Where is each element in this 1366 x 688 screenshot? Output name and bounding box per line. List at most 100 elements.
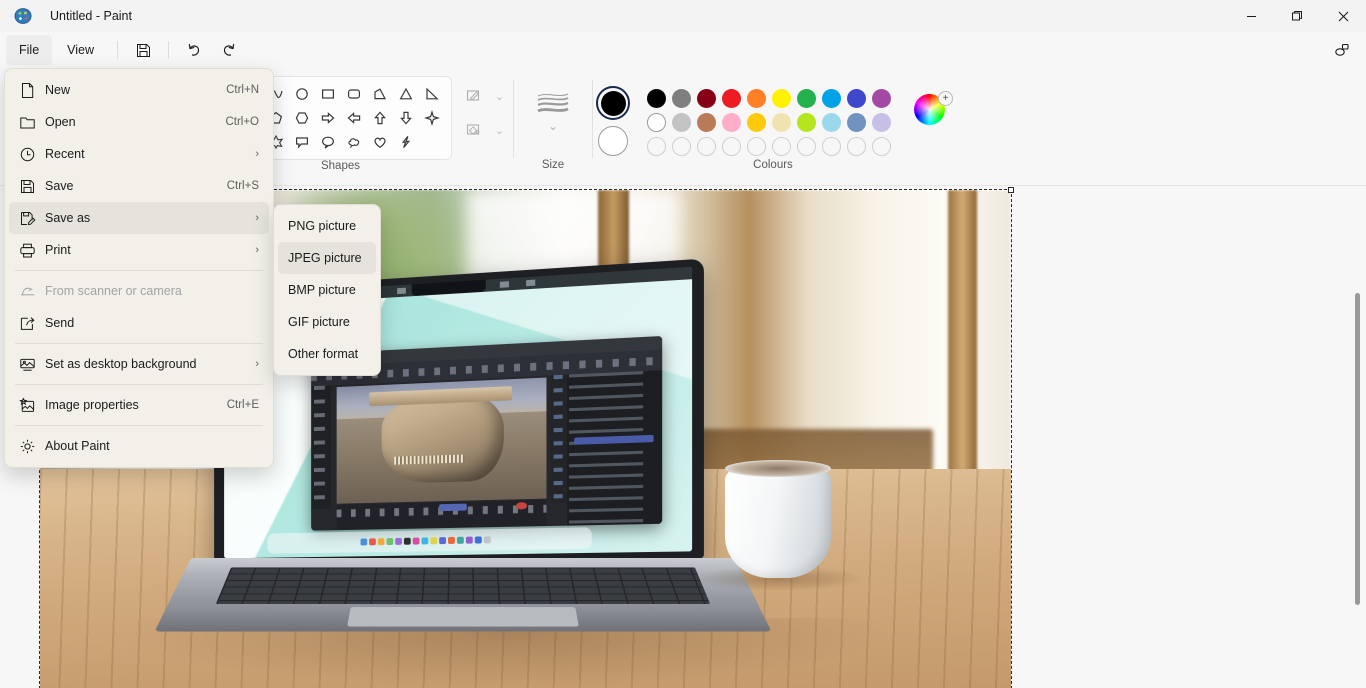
menu-view[interactable]: View [54,35,107,65]
close-button[interactable] [1320,0,1366,32]
colour-swatch-r2-c9[interactable] [847,112,866,132]
colour-swatch-r2-c10[interactable] [872,112,891,132]
hexagon-shape[interactable] [289,106,315,130]
colour-swatch-cell[interactable] [844,110,869,134]
triangle-shape[interactable] [393,82,419,106]
file-menu-item-image-properties[interactable]: Image properties Ctrl+E [9,389,269,421]
edit-colours-badge[interactable]: + [938,91,953,106]
right-triangle-shape[interactable] [367,82,393,106]
colour-swatch-cell[interactable] [844,134,869,158]
file-menu-item-open[interactable]: Open Ctrl+O [9,106,269,138]
oval-callout-shape[interactable] [315,130,341,154]
file-menu-item-about-paint[interactable]: About Paint [9,430,269,462]
colour-swatch-r3-c1[interactable] [647,136,666,156]
outline-control[interactable]: ⌄ [459,82,508,110]
colour-swatch-r3-c7[interactable] [797,136,816,156]
fill-chevron-down-icon[interactable]: ⌄ [492,117,508,143]
colour-swatch-cell[interactable] [744,86,769,110]
right-arrow-shape[interactable] [315,106,341,130]
diagonal-triangle-shape[interactable] [419,82,445,106]
size-lines-icon[interactable] [536,90,570,114]
primary-colour-swatch[interactable] [596,86,630,120]
selection-handle-top-right[interactable] [1008,187,1014,193]
colour-swatch-r1-c9[interactable] [847,88,866,108]
colour-swatch-r2-c1[interactable] [647,112,666,132]
up-arrow-shape[interactable] [367,106,393,130]
colour-swatch-r2-c2[interactable] [672,112,691,132]
colour-swatch-r1-c4[interactable] [722,88,741,108]
colour-swatch-r1-c5[interactable] [747,88,766,108]
lightning-shape[interactable] [393,130,419,154]
colour-swatch-cell[interactable] [694,110,719,134]
file-menu-item-set-as-desktop-background[interactable]: Set as desktop background › [9,348,269,380]
oval-shape[interactable] [289,82,315,106]
rounded-rectangle-shape[interactable] [341,82,367,106]
save-as-option-bmp-picture[interactable]: BMP picture [278,274,376,306]
colour-swatch-cell[interactable] [869,86,894,110]
colour-swatch-r2-c3[interactable] [697,112,716,132]
colour-swatch-r1-c3[interactable] [697,88,716,108]
size-chevron-down-icon[interactable]: ⌄ [548,120,558,132]
colour-swatch-r1-c8[interactable] [822,88,841,108]
colour-swatch-cell[interactable] [794,86,819,110]
colour-swatch-r3-c4[interactable] [722,136,741,156]
colour-swatch-r2-c6[interactable] [772,112,791,132]
colour-swatch-cell[interactable] [644,110,669,134]
colour-swatch-cell[interactable] [769,86,794,110]
colour-swatch-cell[interactable] [719,86,744,110]
maximize-button[interactable] [1274,0,1320,32]
colour-swatch-cell[interactable] [869,110,894,134]
colour-swatch-cell[interactable] [819,134,844,158]
file-menu-item-save-as[interactable]: Save as › [9,202,269,234]
menu-file[interactable]: File [6,35,53,65]
colour-swatch-cell[interactable] [644,86,669,110]
vertical-scrollbar-thumb[interactable] [1355,293,1360,605]
colour-swatch-cell[interactable] [669,86,694,110]
colour-swatch-r1-c7[interactable] [797,88,816,108]
colour-swatch-r3-c3[interactable] [697,136,716,156]
colour-swatch-cell[interactable] [844,86,869,110]
colour-swatch-cell[interactable] [719,110,744,134]
colour-swatch-cell[interactable] [794,110,819,134]
rectangle-shape[interactable] [315,82,341,106]
colour-swatch-r2-c8[interactable] [822,112,841,132]
save-icon[interactable] [126,35,160,65]
colour-swatch-cell[interactable] [694,134,719,158]
colour-swatch-cell[interactable] [819,110,844,134]
save-as-option-gif-picture[interactable]: GIF picture [278,306,376,338]
colour-swatch-r3-c8[interactable] [822,136,841,156]
save-as-option-jpeg-picture[interactable]: JPEG picture [278,242,376,274]
secondary-colour-swatch[interactable] [598,126,628,156]
file-menu-item-send[interactable]: Send [9,307,269,339]
down-arrow-shape[interactable] [393,106,419,130]
fill-control[interactable]: ⌄ [459,116,508,144]
colour-swatch-cell[interactable] [719,134,744,158]
colour-swatch-cell[interactable] [744,134,769,158]
colour-swatch-r1-c2[interactable] [672,88,691,108]
colour-swatch-r2-c7[interactable] [797,112,816,132]
colour-swatch-cell[interactable] [769,134,794,158]
four-point-star-shape[interactable] [419,106,445,130]
colour-swatch-r1-c10[interactable] [872,88,891,108]
fill-icon[interactable] [459,116,489,144]
outline-chevron-down-icon[interactable]: ⌄ [492,83,508,109]
cloud-callout-shape[interactable] [341,130,367,154]
left-arrow-shape[interactable] [341,106,367,130]
colour-swatch-cell[interactable] [794,134,819,158]
colour-swatch-cell[interactable] [669,110,694,134]
colour-swatch-r2-c4[interactable] [722,112,741,132]
colour-wheel-icon[interactable]: + [914,91,953,130]
colour-swatch-r3-c6[interactable] [772,136,791,156]
copilot-icon[interactable] [1326,36,1358,64]
minimize-button[interactable] [1228,0,1274,32]
save-as-option-png-picture[interactable]: PNG picture [278,210,376,242]
colour-swatch-r3-c10[interactable] [872,136,891,156]
file-menu-item-save[interactable]: Save Ctrl+S [9,170,269,202]
save-as-option-other-format[interactable]: Other format [278,338,376,370]
colour-swatch-cell[interactable] [644,134,669,158]
colour-swatch-r3-c2[interactable] [672,136,691,156]
heart-shape[interactable] [367,130,393,154]
colour-swatch-r1-c6[interactable] [772,88,791,108]
colour-swatch-r3-c9[interactable] [847,136,866,156]
undo-icon[interactable] [177,35,211,65]
